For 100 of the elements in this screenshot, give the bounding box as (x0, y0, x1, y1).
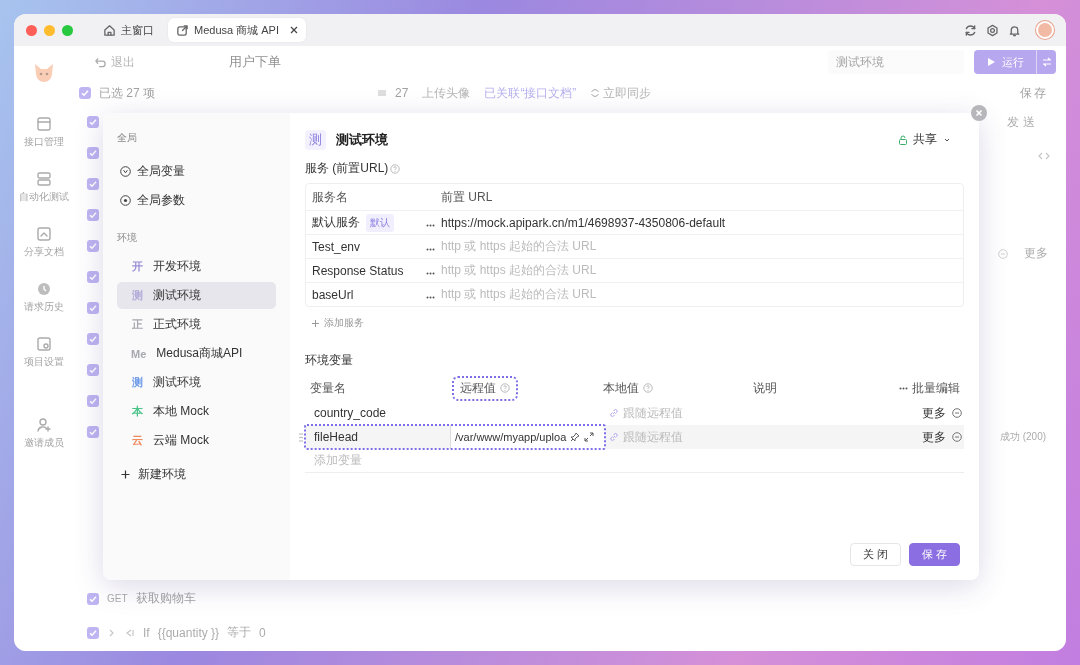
nav-item[interactable]: 邀请成员 (24, 417, 64, 450)
url-field[interactable]: http 或 https 起始的合法 URL (441, 238, 597, 255)
close-button[interactable]: 关 闭 (849, 543, 901, 566)
url-field[interactable]: http 或 https 起始的合法 URL (441, 286, 597, 303)
dialog-title: 测试环境 (336, 130, 388, 149)
checkbox[interactable] (87, 271, 99, 283)
expand-icon[interactable] (584, 432, 595, 442)
nav-item[interactable]: 项目设置 (24, 336, 64, 369)
checkbox[interactable] (87, 426, 99, 438)
back-button[interactable]: 退出 (94, 53, 135, 71)
checkbox[interactable] (87, 364, 99, 376)
api-icon (36, 116, 52, 132)
refresh-icon[interactable] (964, 23, 977, 37)
more-icon[interactable] (425, 247, 435, 251)
more-icon (899, 386, 908, 390)
help-icon[interactable] (500, 383, 510, 393)
new-environment-button[interactable]: 新建环境 (117, 466, 276, 483)
add-user-icon (36, 417, 52, 433)
bulk-edit-button[interactable]: 批量编辑 (899, 379, 960, 397)
checkbox[interactable] (87, 209, 99, 221)
home-icon (103, 23, 116, 37)
save-button[interactable]: 保 存 (908, 543, 960, 566)
environment-initial: 正 (130, 317, 144, 332)
close-button[interactable] (971, 105, 987, 121)
nav-label: 请求历史 (24, 300, 64, 314)
server-icon (36, 171, 52, 187)
close-light[interactable] (26, 24, 37, 36)
nav-label: 项目设置 (24, 355, 64, 369)
code-icon[interactable] (1038, 151, 1050, 161)
user-avatar[interactable] (1036, 21, 1054, 39)
nav-label: 自动化测试 (19, 190, 69, 204)
section-label: 全局 (117, 131, 138, 145)
condition-operator: 等于 (227, 624, 252, 641)
checkbox[interactable] (87, 116, 99, 128)
close-icon[interactable] (290, 26, 298, 34)
checkbox[interactable] (87, 395, 99, 407)
environment-initial: Me (130, 346, 148, 361)
refresh-icon (590, 88, 601, 98)
checkbox[interactable] (87, 178, 99, 190)
environment-item[interactable]: 测 测试环境 (117, 369, 276, 396)
environment-initial: 云 (130, 433, 144, 448)
checkbox[interactable] (87, 240, 99, 252)
nav-item[interactable]: 分享文档 (24, 226, 64, 259)
section-title: 环境变量 (305, 352, 353, 369)
column-header: 本地值 (603, 379, 639, 397)
send-button[interactable]: 发送 (1007, 114, 1039, 131)
zoom-light[interactable] (62, 24, 73, 36)
environment-item[interactable]: 开 开发环境 (117, 253, 276, 280)
environment-item[interactable]: 测 测试环境 (117, 282, 276, 309)
checkbox[interactable] (87, 302, 99, 314)
help-icon[interactable] (390, 163, 401, 174)
undo-icon (94, 55, 107, 69)
variable-name-field[interactable]: country_code (305, 401, 450, 425)
url-field[interactable]: http 或 https 起始的合法 URL (441, 262, 597, 279)
more-icon[interactable] (425, 295, 435, 299)
checkbox[interactable] (87, 147, 99, 159)
drag-handle-icon[interactable] (299, 432, 303, 442)
linked-docs-button[interactable]: 已关联“接口文档” (484, 84, 577, 102)
variable-name-field[interactable]: fileHead (305, 425, 450, 449)
unlock-icon (898, 134, 908, 145)
local-value-field[interactable]: 跟随远程值 (605, 404, 683, 422)
sync-button[interactable]: 立即同步 (590, 84, 652, 102)
environment-item[interactable]: 云 云端 Mock (117, 427, 276, 454)
tab[interactable]: Medusa 商城 API (168, 18, 306, 42)
nav-item[interactable]: 请求历史 (24, 281, 64, 314)
clock-icon (36, 281, 52, 297)
share-button[interactable]: 共享 (898, 129, 952, 150)
http-method: GET (107, 593, 128, 604)
pin-icon[interactable] (570, 432, 581, 442)
minus-circle-icon[interactable] (952, 432, 962, 442)
add-service-button[interactable]: 添加服务 (311, 316, 964, 330)
sidebar-item[interactable]: 全局参数 (117, 186, 276, 215)
environment-item[interactable]: 本 本地 Mock (117, 398, 276, 425)
plus-icon (121, 470, 130, 479)
settings-icon (36, 336, 52, 352)
more-button[interactable]: 更多 (922, 428, 946, 446)
minus-circle-icon[interactable] (952, 408, 962, 418)
settings-icon[interactable] (986, 23, 999, 37)
more-button[interactable]: 更多 (922, 404, 946, 422)
nav-item[interactable]: 接口管理 (24, 116, 64, 149)
nav-item[interactable]: 自动化测试 (19, 171, 69, 204)
checkbox[interactable] (87, 626, 99, 639)
bell-icon[interactable] (1008, 23, 1021, 37)
more-icon[interactable] (425, 271, 435, 275)
checkbox[interactable] (79, 87, 91, 99)
checkbox[interactable] (87, 592, 99, 605)
environment-item[interactable]: Me Medusa商城API (117, 340, 276, 367)
sidebar-item[interactable]: 全局变量 (117, 157, 276, 186)
save-button[interactable]: 保存 (1020, 84, 1048, 102)
more-button[interactable]: 更多 (1024, 245, 1048, 262)
environment-item[interactable]: 正 正式环境 (117, 311, 276, 338)
more-icon[interactable] (425, 223, 435, 227)
url-field[interactable]: https://mock.apipark.cn/m1/4698937-4350806-default (441, 215, 726, 230)
close-icon (974, 108, 984, 118)
environment-select[interactable]: 测试环境 (828, 50, 964, 74)
minimize-light[interactable] (44, 24, 55, 36)
checkbox[interactable] (87, 333, 99, 345)
tab[interactable]: 主窗口 (95, 18, 162, 42)
help-icon[interactable] (643, 383, 653, 393)
add-variable-field[interactable]: 添加变量 (305, 449, 964, 473)
